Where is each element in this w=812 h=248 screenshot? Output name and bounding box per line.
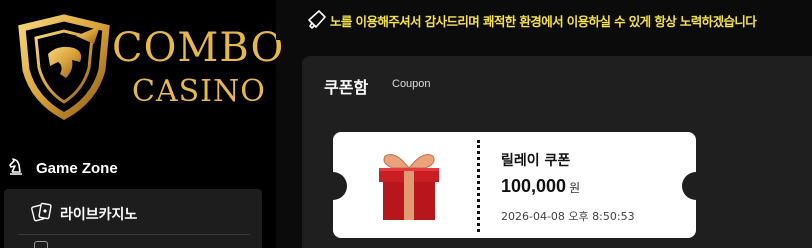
ticket-notch-left [319, 172, 347, 200]
playing-cards-icon [31, 202, 52, 222]
sidebar-submenu: 라이브카지노 [4, 189, 262, 248]
coupon-card[interactable]: 릴레이 쿠폰 100,000 원 2026-04-08 오후 8:50:53 [319, 132, 710, 238]
shield-logo-icon [18, 14, 110, 120]
sidebar-item-label: 라이브카지노 [60, 206, 138, 222]
sidebar-section-game-zone[interactable]: Game Zone [0, 150, 276, 186]
notice-text: 노를 이용해주셔서 감사드리며 쾌적한 환경에서 이용하실 수 있게 항상 노력… [330, 14, 757, 29]
gift-box-icon [379, 154, 439, 220]
sidebar-divider [18, 234, 250, 235]
sidebar: COMBO CASINO Game Zone 라이브카지노 [0, 0, 283, 248]
page-subtitle: Coupon [392, 78, 431, 90]
coupon-amount-wrap: 100,000 원 [501, 176, 580, 197]
brand-logo[interactable]: COMBO CASINO [14, 14, 283, 124]
next-item-icon [34, 241, 48, 248]
ticket-notch-right [682, 172, 710, 200]
chess-knight-icon [9, 158, 22, 175]
notice-bar: 노를 이용해주셔서 감사드리며 쾌적한 환경에서 이용하실 수 있게 항상 노력… [276, 0, 812, 40]
brand-line2: CASINO [132, 74, 266, 109]
brand-line1: COMBO [112, 25, 285, 71]
coupon-unit: 원 [569, 181, 581, 195]
page-title: 쿠폰함 [324, 78, 369, 97]
sidebar-section-label: Game Zone [36, 160, 118, 177]
coupon-amount: 100,000 [501, 176, 567, 196]
megaphone-icon [308, 10, 326, 30]
app-root: COMBO CASINO Game Zone 라이브카지노 노를 이용해주셔서 … [0, 0, 812, 248]
coupon-datetime: 2026-04-08 오후 8:50:53 [501, 210, 635, 223]
sidebar-item-live-casino[interactable]: 라이브카지노 [4, 195, 262, 229]
coupon-panel: 쿠폰함 Coupon 릴레이 쿠폰 100,000 원 2026-04-08 오후… [302, 56, 812, 248]
coupon-name: 릴레이 쿠폰 [501, 153, 571, 169]
ticket-perforation [477, 140, 480, 232]
